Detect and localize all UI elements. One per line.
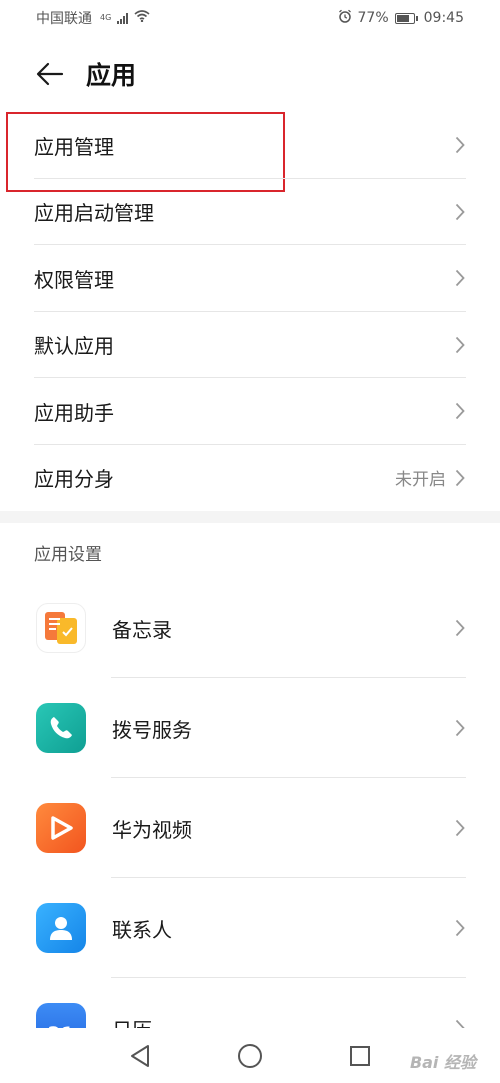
- chevron-right-icon: [454, 619, 466, 637]
- section-divider: [0, 511, 500, 523]
- app-label: 华为视频: [112, 817, 192, 842]
- menu-item-permissions[interactable]: 权限管理: [0, 245, 500, 312]
- app-settings-list: 备忘录 拨号服务 华为视频 联系人 31 日历: [0, 578, 500, 1078]
- wifi-icon: [134, 10, 150, 26]
- chevron-right-icon: [454, 919, 466, 937]
- triangle-back-icon: [131, 1044, 149, 1067]
- chevron-right-icon: [454, 269, 466, 287]
- battery-percent: 77%: [357, 10, 389, 26]
- chevron-right-icon: [454, 819, 466, 837]
- menu-item-label: 权限管理: [34, 267, 114, 292]
- menu-item-app-assistant[interactable]: 应用助手: [0, 378, 500, 445]
- menu-item-label: 应用助手: [34, 400, 114, 425]
- menu-item-app-management[interactable]: 应用管理: [0, 112, 500, 179]
- chevron-right-icon: [454, 719, 466, 737]
- nav-recents-button[interactable]: [345, 1041, 375, 1071]
- chevron-right-icon: [454, 402, 466, 420]
- menu-item-default-apps[interactable]: 默认应用: [0, 312, 500, 379]
- app-label: 联系人: [112, 917, 172, 942]
- menu-item-label: 应用管理: [34, 134, 114, 159]
- chevron-right-icon: [454, 136, 466, 154]
- app-item-huawei-video[interactable]: 华为视频: [0, 778, 500, 878]
- app-twin-status: 未开启: [395, 470, 446, 491]
- contacts-icon: [36, 903, 86, 953]
- alarm-icon: [338, 9, 352, 27]
- signal-icon: [117, 12, 129, 24]
- page-title: 应用: [86, 61, 137, 90]
- section-title: 应用设置: [34, 545, 102, 565]
- carrier-label: 中国联通: [36, 11, 92, 27]
- app-item-dialer[interactable]: 拨号服务: [0, 678, 500, 778]
- memo-icon: [36, 603, 86, 653]
- battery-icon: [394, 12, 418, 24]
- menu-item-app-launch[interactable]: 应用启动管理: [0, 179, 500, 246]
- nav-home-button[interactable]: [235, 1041, 265, 1071]
- header: 应用: [0, 50, 500, 98]
- watermark-logo: Bai 经验: [409, 1053, 476, 1072]
- app-item-contacts[interactable]: 联系人: [0, 878, 500, 978]
- app-label: 备忘录: [112, 617, 172, 642]
- nav-back-button[interactable]: [125, 1041, 155, 1071]
- status-left: 中国联通 4G: [36, 8, 150, 28]
- time-label: 09:45: [423, 10, 464, 26]
- square-recents-icon: [350, 1045, 370, 1066]
- menu-item-label: 应用启动管理: [34, 201, 154, 226]
- status-right: 77% 09:45: [338, 9, 464, 27]
- back-arrow-icon: [36, 62, 64, 86]
- chevron-right-icon: [454, 336, 466, 354]
- network-type-label: 4G: [100, 13, 112, 22]
- app-item-memo[interactable]: 备忘录: [0, 578, 500, 678]
- chevron-right-icon: [454, 203, 466, 221]
- menu-item-label: 应用分身: [34, 467, 114, 492]
- menu-item-app-twin[interactable]: 应用分身 未开启: [0, 445, 500, 512]
- phone-icon: [36, 703, 86, 753]
- chevron-right-icon: [454, 469, 466, 487]
- back-button[interactable]: [30, 54, 70, 94]
- status-bar: 中国联通 4G 77% 09:45: [0, 0, 500, 36]
- menu-item-label: 默认应用: [34, 334, 114, 359]
- circle-home-icon: [238, 1043, 262, 1068]
- video-icon: [36, 803, 86, 853]
- app-label: 拨号服务: [112, 717, 192, 742]
- menu-list: 应用管理 应用启动管理 权限管理 默认应用 应用助手 应用分身 未开启: [0, 112, 500, 511]
